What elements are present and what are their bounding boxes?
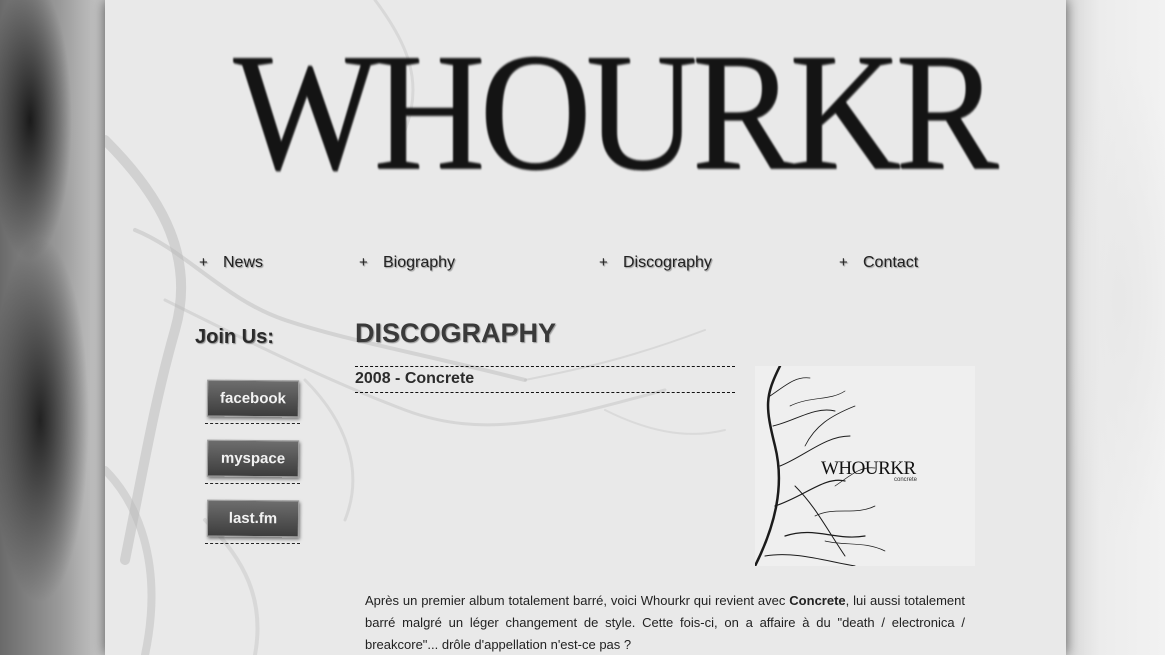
join-us-heading: Join Us: [195, 326, 274, 348]
album-cover[interactable]: WHOURKR concrete [755, 366, 975, 566]
nav-item-label: Contact [863, 254, 919, 271]
album-heading: 2008 - Concrete [355, 366, 735, 393]
description-text-1: Après un premier album totalement barré,… [365, 593, 790, 608]
nav-item-discography[interactable]: + Discography [599, 254, 712, 272]
plus-icon: + [839, 254, 848, 271]
myspace-button[interactable]: myspace [206, 439, 300, 478]
social-facebook: facebook [205, 372, 300, 424]
nav-item-contact[interactable]: + Contact [839, 254, 918, 272]
page-title: DISCOGRAPHY [355, 318, 557, 348]
page-container: WHOURKR + News + Biography + Discography + C… [105, 0, 1066, 655]
cover-album-name: concrete [894, 477, 918, 483]
album-description: Après un premier album totalement barré,… [365, 590, 965, 655]
site-logo[interactable]: WHOURKR [233, 28, 998, 196]
plus-icon: + [359, 254, 368, 271]
description-album-name: Concrete [789, 593, 846, 608]
facebook-button[interactable]: facebook [206, 379, 300, 418]
nav-item-label: Biography [383, 254, 456, 271]
lastfm-button[interactable]: last.fm [206, 499, 300, 538]
nav-item-label: News [223, 254, 264, 271]
main-navigation: + News + Biography + Discography + Contact [105, 254, 1066, 278]
nav-item-label: Discography [623, 254, 712, 271]
nav-item-news[interactable]: + News [199, 254, 263, 272]
social-lastfm: last.fm [205, 492, 300, 544]
social-myspace: myspace [205, 432, 300, 484]
plus-icon: + [599, 254, 608, 271]
nav-item-biography[interactable]: + Biography [359, 254, 455, 272]
plus-icon: + [199, 254, 208, 271]
